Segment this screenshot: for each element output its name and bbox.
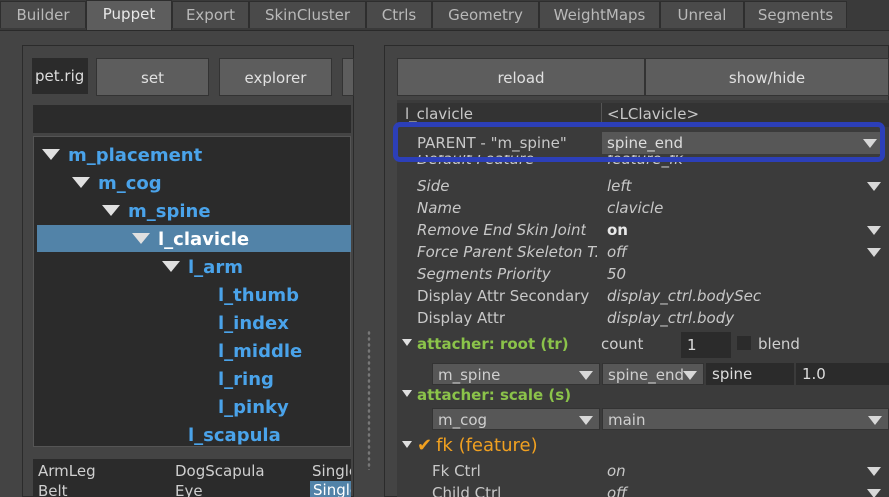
chevron-down-icon[interactable] xyxy=(868,416,882,425)
tree-node[interactable]: m_cog xyxy=(72,171,162,197)
count-field[interactable]: 1 xyxy=(681,332,731,358)
expand-triangle-icon[interactable] xyxy=(42,148,60,160)
fk-row-ctrl[interactable]: Fk Ctrl on xyxy=(397,460,889,482)
attacher-root-section[interactable]: attacher: root (tr) xyxy=(402,335,569,353)
tree-node-selected[interactable]: l_clavicle xyxy=(132,227,249,253)
chevron-down-icon[interactable] xyxy=(579,371,593,380)
list-item[interactable]: Belt xyxy=(38,482,68,497)
tree-node[interactable]: l_ring xyxy=(218,367,274,393)
rig-name-field[interactable]: pet.rig xyxy=(32,58,88,94)
show-hide-button[interactable]: show/hide xyxy=(645,58,889,96)
chevron-down-icon[interactable] xyxy=(867,489,881,497)
tree-node[interactable]: l_arm xyxy=(162,255,243,281)
chevron-down-icon[interactable] xyxy=(579,416,593,425)
list-item[interactable]: DogScapula xyxy=(175,462,265,480)
attr-row-name[interactable]: Name clavicle xyxy=(397,197,889,219)
splitter-handle[interactable] xyxy=(367,330,371,470)
tree-node[interactable]: l_index xyxy=(218,311,289,337)
attr-row-remove-end[interactable]: Remove End Skin Joint on xyxy=(397,219,889,241)
fk-row-child[interactable]: Child Ctrl off xyxy=(397,482,889,497)
attacher-root-blend-field[interactable]: 1.0 xyxy=(796,363,889,385)
attr-row-display[interactable]: Display Attr display_ctrl.body xyxy=(397,307,889,329)
attacher-root-parent-combo[interactable]: m_spine xyxy=(432,363,600,385)
attr-label: Name xyxy=(417,199,462,217)
tree-filter-field[interactable] xyxy=(33,105,351,133)
tree-node[interactable]: l_middle xyxy=(218,339,302,365)
attr-row-force-parent[interactable]: Force Parent Skeleton T... off xyxy=(397,241,889,263)
chevron-down-icon[interactable] xyxy=(683,371,697,380)
attacher-scale-parent-combo[interactable]: m_cog xyxy=(432,408,600,430)
explorer-button[interactable]: explorer xyxy=(219,58,332,96)
chevron-down-icon[interactable] xyxy=(867,248,881,257)
blend-checkbox[interactable] xyxy=(737,336,751,350)
reload-button[interactable]: reload xyxy=(397,58,645,96)
attr-value[interactable]: left xyxy=(607,175,632,197)
check-icon[interactable]: ✔ xyxy=(417,435,432,456)
chevron-down-icon[interactable] xyxy=(867,467,881,476)
tree-node[interactable]: l_pinky xyxy=(218,395,289,421)
module-list[interactable]: ArmLeg DogScapula Single Belt Eye Single xyxy=(33,459,351,497)
attr-row-segments[interactable]: Segments Priority 50 xyxy=(397,263,889,285)
set-button[interactable]: set xyxy=(96,58,209,96)
attr-value[interactable]: display_ctrl.bodySec xyxy=(607,285,761,307)
expand-triangle-icon[interactable] xyxy=(132,232,150,244)
collapse-triangle-icon[interactable] xyxy=(402,339,412,346)
list-item[interactable]: Eye xyxy=(175,482,203,497)
count-label: count xyxy=(601,335,644,353)
attr-label: Child Ctrl xyxy=(432,484,502,497)
tab-puppet[interactable]: Puppet xyxy=(86,0,172,30)
list-item[interactable]: Single xyxy=(312,462,351,480)
attr-value[interactable]: on xyxy=(607,219,628,241)
list-item[interactable]: ArmLeg xyxy=(38,462,96,480)
tab-bar: Builder Puppet Export SkinCluster Ctrls … xyxy=(0,0,889,31)
attr-value[interactable]: 50 xyxy=(607,263,626,285)
tab-unreal[interactable]: Unreal xyxy=(660,1,744,28)
tab-skincluster[interactable]: SkinCluster xyxy=(249,1,366,28)
tab-export[interactable]: Export xyxy=(172,1,249,28)
tree-node[interactable]: l_scapula xyxy=(188,423,281,449)
attr-row-display-sec[interactable]: Display Attr Secondary display_ctrl.body… xyxy=(397,285,889,307)
tree-node[interactable]: m_placement xyxy=(42,143,202,169)
attr-label: Side xyxy=(417,177,450,195)
tab-segments[interactable]: Segments xyxy=(744,1,847,28)
expand-triangle-icon[interactable] xyxy=(162,260,180,272)
attr-value[interactable]: off xyxy=(607,482,627,497)
attr-value[interactable]: off xyxy=(607,241,627,263)
attacher-root-name-field[interactable]: spine xyxy=(706,363,794,385)
expand-triangle-icon[interactable] xyxy=(72,176,90,188)
attr-row-side[interactable]: Side left xyxy=(397,175,889,197)
tab-ctrls[interactable]: Ctrls xyxy=(366,1,432,28)
collapse-triangle-icon[interactable] xyxy=(402,390,412,397)
blend-label: blend xyxy=(758,335,800,353)
fk-feature-section[interactable]: ✔ fk (feature) xyxy=(402,435,538,456)
attr-label: Fk Ctrl xyxy=(432,462,481,480)
collapse-triangle-icon[interactable] xyxy=(402,440,412,448)
tab-geometry[interactable]: Geometry xyxy=(432,1,539,28)
attr-label: Segments Priority xyxy=(417,265,551,283)
chevron-down-icon[interactable] xyxy=(867,182,881,191)
tree-node[interactable]: l_thumb xyxy=(218,283,299,309)
attr-value[interactable]: clavicle xyxy=(607,197,663,219)
attr-label: Display Attr xyxy=(417,309,505,327)
attacher-root-target-combo[interactable]: spine_end xyxy=(602,363,704,385)
attr-value[interactable]: display_ctrl.body xyxy=(607,307,734,329)
attacher-scale-section[interactable]: attacher: scale (s) xyxy=(402,386,571,404)
tab-weightmaps[interactable]: WeightMaps xyxy=(539,1,660,28)
attr-label: Display Attr Secondary xyxy=(417,287,590,305)
list-item-selected[interactable]: Single xyxy=(310,481,351,497)
highlight-annotation xyxy=(393,122,885,162)
tree-node[interactable]: m_spine xyxy=(102,199,211,225)
chevron-down-icon[interactable] xyxy=(867,226,881,235)
attr-label: Force Parent Skeleton T... xyxy=(417,243,597,261)
extra-button[interactable] xyxy=(342,58,354,96)
attacher-scale-target-combo[interactable]: main xyxy=(602,408,889,430)
expand-triangle-icon[interactable] xyxy=(102,204,120,216)
attr-value[interactable]: on xyxy=(607,460,626,482)
tab-builder[interactable]: Builder xyxy=(0,1,86,28)
attr-label: Remove End Skin Joint xyxy=(417,221,587,239)
